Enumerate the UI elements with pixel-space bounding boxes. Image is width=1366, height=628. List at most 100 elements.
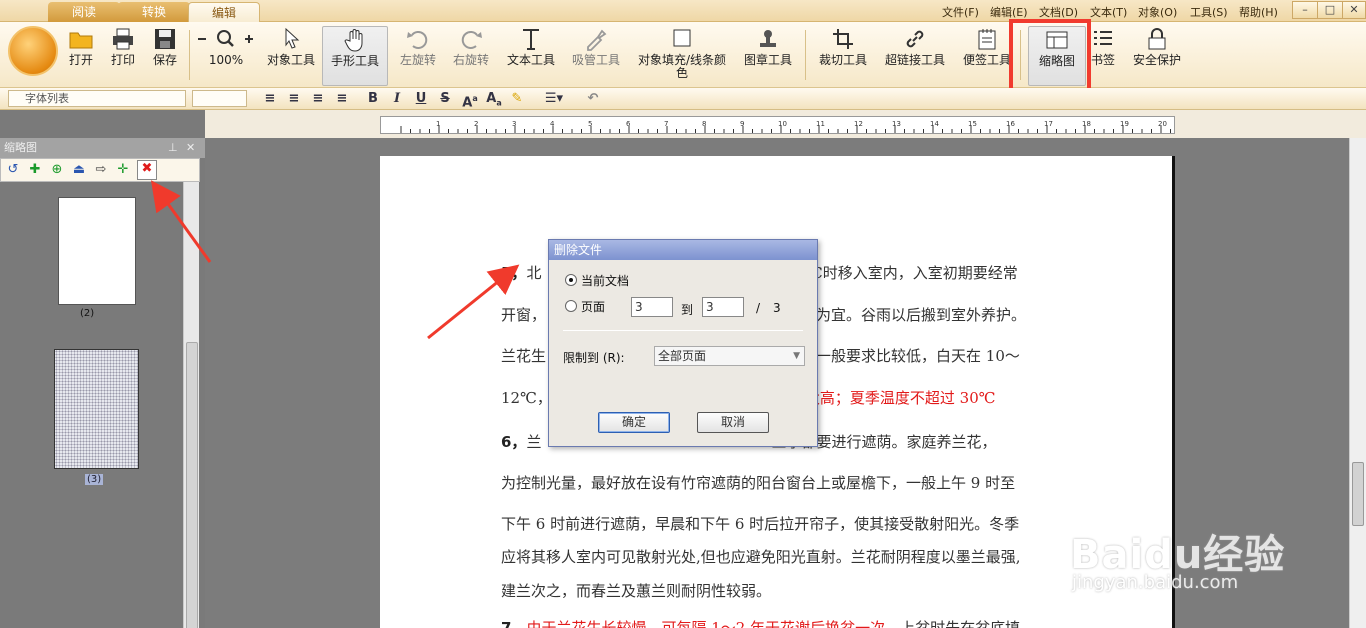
menu-help[interactable]: 帮助(H) <box>1239 4 1278 20</box>
app-logo-icon[interactable] <box>8 26 58 76</box>
pages-radio[interactable] <box>565 300 577 312</box>
current-document-radio[interactable] <box>565 274 577 286</box>
item-number: 7， <box>501 619 527 628</box>
cancel-button[interactable]: 取消 <box>697 412 769 433</box>
ruler-label: 4 <box>550 120 555 128</box>
menu-edit[interactable]: 编辑(E) <box>990 4 1028 20</box>
export-page-icon[interactable]: ⇨ <box>93 162 109 178</box>
align-right-icon[interactable]: ≡ <box>310 91 326 107</box>
menu-document[interactable]: 文档(D) <box>1039 4 1078 20</box>
cursor-arrow-icon <box>285 27 300 49</box>
line-text: 上盆时先在盆底填 <box>900 619 1021 628</box>
menu-file[interactable]: 文件(F) <box>942 4 979 20</box>
highlight-pen-icon[interactable]: ✎ <box>508 91 526 107</box>
fill-square-icon <box>673 29 691 47</box>
ruler-label: 5 <box>588 120 592 128</box>
line-text: 右为宜。谷雨以后搬到室外养护。 <box>801 306 1027 324</box>
bookmark-button[interactable]: 书签 <box>1088 26 1118 86</box>
toolbar-separator <box>805 30 806 80</box>
delete-page-icon[interactable]: ✖ <box>137 160 157 180</box>
align-justify-icon[interactable]: ≡ <box>334 91 350 107</box>
line-spacing-icon[interactable]: ☰▾ <box>540 91 568 107</box>
strikethrough-icon[interactable]: S <box>438 91 452 107</box>
align-center-icon[interactable]: ≡ <box>286 91 302 107</box>
page-thumbnail-selected[interactable] <box>54 349 139 469</box>
minimize-button[interactable]: – <box>1292 1 1318 19</box>
paragraph-line: 建兰次之，而春兰及蕙兰则耐阴性较弱。 <box>501 580 771 601</box>
hand-tool-button[interactable]: 手形工具 <box>322 26 388 86</box>
total-pages-label: 3 <box>773 301 781 315</box>
format-bar: 字体列表 ≡ ≡ ≡ ≡ B I U S Aa Aa ✎ ☰▾ ↶ <box>0 88 1366 110</box>
ruler-label: 2 <box>474 120 478 128</box>
save-disk-icon <box>155 29 175 49</box>
extract-page-icon[interactable]: ⏏ <box>71 162 87 178</box>
print-button[interactable]: 打印 <box>106 26 140 86</box>
link-chain-icon <box>906 30 924 48</box>
line-text: 下午 6 时前进行遮荫，早晨和下午 6 时后拉开帘子，使其接受散射阳光。冬季 <box>501 515 1020 533</box>
maximize-button[interactable]: □ <box>1317 1 1343 19</box>
open-button[interactable]: 打开 <box>64 26 98 86</box>
paragraph-line: 应将其移人室内可见散射光处,但也应避免阳光直射。兰花耐阴程度以墨兰最强, <box>501 546 1021 567</box>
item-number: 5， <box>501 264 527 282</box>
ruler-label: 16 <box>1006 120 1015 128</box>
align-left-icon[interactable]: ≡ <box>262 91 278 107</box>
rotate-left-icon <box>407 30 428 49</box>
insert-page-icon[interactable]: ⊕ <box>49 162 65 178</box>
panel-title: 缩略图 ⊥ ✕ <box>0 138 205 158</box>
menu-text[interactable]: 文本(T) <box>1090 4 1127 20</box>
menu-tools[interactable]: 工具(S) <box>1190 4 1228 20</box>
panel-close-icon[interactable]: ✕ <box>186 138 195 158</box>
superscript-icon[interactable]: Aa <box>462 91 478 110</box>
security-button[interactable]: 安全保护 <box>1128 26 1186 86</box>
crop-tool-button[interactable]: 裁切工具 <box>815 26 871 86</box>
thumbnail-label: (3) <box>85 474 104 485</box>
rotate-left-button[interactable]: 左旋转 <box>396 26 440 86</box>
page-to-input[interactable]: 3 <box>702 297 744 317</box>
tab-read[interactable]: 阅读 <box>48 2 120 22</box>
fill-color-button[interactable]: 对象填充/线条颜色 <box>636 26 728 86</box>
text-tool-button[interactable]: 文本工具 <box>504 26 558 86</box>
ruler-label: 11 <box>816 120 825 128</box>
zoom-control[interactable]: 100% <box>194 26 258 86</box>
rotate-page-icon[interactable]: ↺ <box>5 162 21 178</box>
thumbnail-button[interactable]: 缩略图 <box>1028 26 1086 86</box>
document-scrollbar[interactable] <box>1349 138 1366 628</box>
replace-page-icon[interactable]: ✛ <box>115 162 131 178</box>
panel-scroll-thumb[interactable] <box>186 342 198 628</box>
add-page-icon[interactable]: ✚ <box>27 162 43 178</box>
italic-icon[interactable]: I <box>390 91 404 107</box>
save-button[interactable]: 保存 <box>148 26 182 86</box>
top-bar: 阅读 转换 编辑 文件(F) 编辑(E) 文档(D) 文本(T) 对象(O) 工… <box>0 0 1366 22</box>
limit-to-select[interactable]: 全部页面 ▼ <box>654 346 805 366</box>
delete-file-dialog: 删除文件 当前文档 页面 3 到 3 / 3 限制到 (R): 全部页面 ▼ 确定… <box>548 239 818 447</box>
pin-icon[interactable]: ⊥ <box>168 138 178 158</box>
highlighted-text: 太高；夏季温度不超过 30℃ <box>804 389 996 407</box>
line-text: 建兰次之，而春兰及蕙兰则耐阴性较弱。 <box>501 582 772 600</box>
ruler-label: 17 <box>1044 120 1053 128</box>
tab-convert[interactable]: 转换 <box>118 2 190 22</box>
rotate-right-button[interactable]: 右旋转 <box>449 26 493 86</box>
object-tool-button[interactable]: 对象工具 <box>264 26 318 86</box>
hyperlink-tool-button[interactable]: 超链接工具 <box>882 26 948 86</box>
font-size-select[interactable] <box>192 90 247 107</box>
page-thumbnail[interactable] <box>58 197 136 305</box>
stamp-tool-button[interactable]: 图章工具 <box>741 26 795 86</box>
panel-scrollbar[interactable] <box>183 182 199 628</box>
bold-icon[interactable]: B <box>366 91 380 107</box>
underline-icon[interactable]: U <box>414 91 428 107</box>
eyedropper-tool-button[interactable]: 吸管工具 <box>568 26 624 86</box>
undo-icon[interactable]: ↶ <box>584 91 602 107</box>
page-from-input[interactable]: 3 <box>631 297 673 317</box>
ruler-label: 20 <box>1158 120 1167 128</box>
subscript-icon[interactable]: Aa <box>486 91 502 108</box>
tab-edit[interactable]: 编辑 <box>188 2 260 22</box>
ruler-ticks: 1 2 3 4 5 6 7 8 9 10 11 12 13 14 15 16 17 18 19 20 <box>400 120 1171 133</box>
sticky-note-tool-button[interactable]: 便签工具 <box>960 26 1014 86</box>
menu-object[interactable]: 对象(O) <box>1138 4 1177 20</box>
dialog-title: 删除文件 <box>549 240 817 260</box>
close-window-button[interactable]: ✕ <box>1342 1 1366 19</box>
ok-button[interactable]: 确定 <box>598 412 670 433</box>
highlighted-text: 由于兰花生长较慢，可每隔 1～2 年于花谢后换盆一次。 <box>526 619 901 628</box>
document-scroll-thumb[interactable] <box>1352 462 1364 526</box>
font-list-select[interactable]: 字体列表 <box>8 90 186 107</box>
